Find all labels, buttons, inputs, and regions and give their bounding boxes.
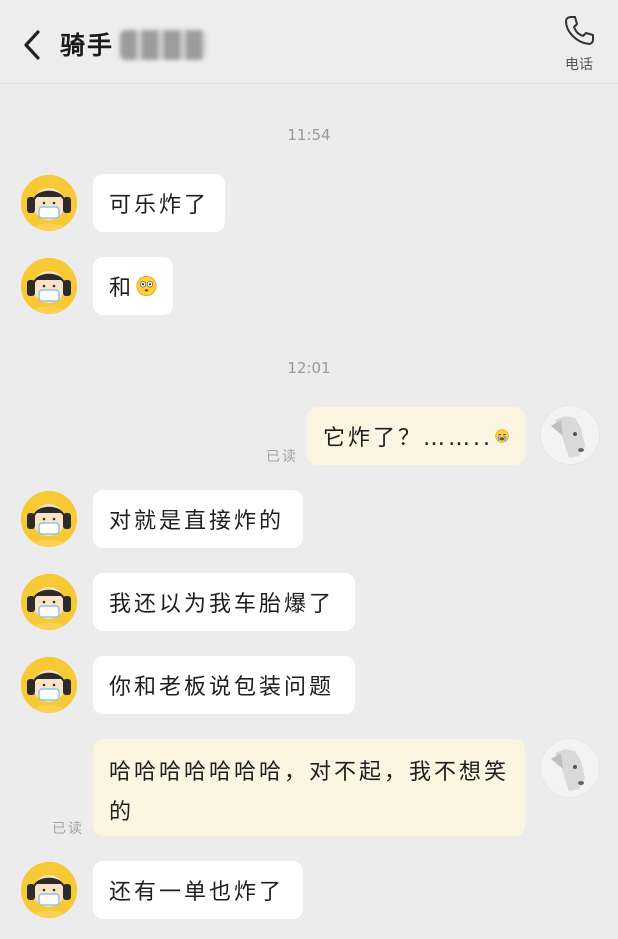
user-avatar[interactable] <box>540 738 600 798</box>
contact-title: 骑手 <box>60 31 115 60</box>
message-text: 你和老板说包装问题 <box>109 675 335 700</box>
back-button[interactable] <box>20 28 46 62</box>
call-button[interactable]: 电话 <box>552 14 606 80</box>
rider-avatar[interactable] <box>21 862 77 918</box>
message-bubble[interactable]: 可乐炸了 <box>93 174 225 232</box>
message-text: 它炸了？…….. <box>323 426 493 451</box>
dog-avatar-icon <box>541 406 599 464</box>
rider-avatar[interactable] <box>21 657 77 713</box>
chat-header: 骑手 电话 <box>0 0 618 84</box>
read-status: 已读 <box>266 449 298 465</box>
rider-avatar-icon <box>21 574 77 630</box>
message-text: 对就是直接炸的 <box>109 509 285 534</box>
user-avatar[interactable] <box>540 405 600 465</box>
rider-avatar[interactable] <box>21 574 77 630</box>
message-bubble[interactable]: 它炸了？…….. <box>307 407 525 465</box>
message-text: 还有一单也炸了 <box>109 880 285 905</box>
message-text: 可乐炸了 <box>109 193 210 218</box>
rider-avatar[interactable] <box>21 175 77 231</box>
rider-avatar[interactable] <box>21 258 77 314</box>
timestamp: 11:54 <box>287 126 331 144</box>
message-text: 哈哈哈哈哈哈哈，对不起，我不想笑的 <box>109 760 510 825</box>
rider-avatar-icon <box>21 657 77 713</box>
message-text: 和 <box>109 276 135 301</box>
message-bubble[interactable]: 哈哈哈哈哈哈哈，对不起，我不想笑的 <box>93 739 525 836</box>
message-bubble[interactable]: 我还以为我车胎爆了 <box>93 573 355 631</box>
rider-avatar-icon <box>21 258 77 314</box>
crying-face-icon <box>495 429 509 443</box>
rider-avatar-icon <box>21 862 77 918</box>
chevron-left-icon <box>24 30 40 60</box>
call-label: 电话 <box>565 57 593 73</box>
dog-avatar-icon <box>541 739 599 797</box>
blurred-contact-name <box>120 30 206 60</box>
rider-avatar-icon <box>21 491 77 547</box>
phone-icon <box>565 16 594 45</box>
rider-avatar[interactable] <box>21 491 77 547</box>
message-bubble[interactable]: 和 <box>93 257 173 315</box>
timestamp: 12:01 <box>287 359 331 377</box>
message-bubble[interactable]: 对就是直接炸的 <box>93 490 303 548</box>
message-bubble[interactable]: 还有一单也炸了 <box>93 861 303 919</box>
rider-avatar-icon <box>21 175 77 231</box>
read-status: 已读 <box>52 821 84 837</box>
flushed-face-icon <box>136 275 157 297</box>
message-bubble[interactable]: 你和老板说包装问题 <box>93 656 355 714</box>
message-text: 我还以为我车胎爆了 <box>109 592 335 617</box>
